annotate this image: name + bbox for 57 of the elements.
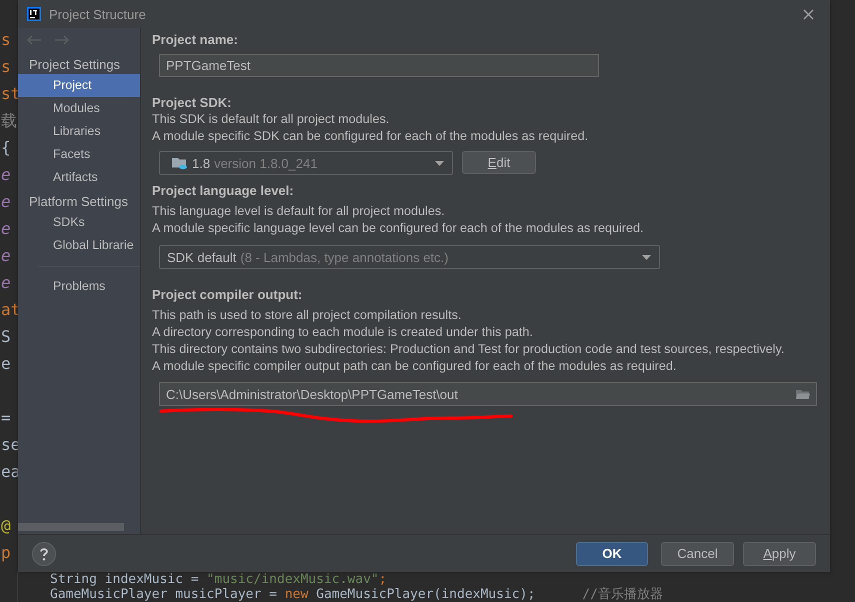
code-fragment: e <box>0 245 12 267</box>
field-label: Project compiler output: <box>152 287 302 303</box>
dialog-button[interactable]: Apply <box>743 542 816 566</box>
field-label: Project SDK: <box>152 95 232 111</box>
code-fragment: e <box>0 164 12 186</box>
code-fragment: e <box>0 272 12 294</box>
description-text: A module specific SDK can be configured for each of the modules as required. <box>152 128 588 145</box>
code-fragment: s <box>0 56 12 78</box>
sidebar-item[interactable]: Modules <box>18 97 140 120</box>
description-text: A directory corresponding to each module is created under this path. <box>152 324 533 341</box>
code-line: GameMusicPlayer musicPlayer = new GameMusicPlayer(indexMusic); //音乐播放器 <box>50 587 663 602</box>
sidebar-item[interactable]: Problems <box>18 275 140 298</box>
help-icon[interactable] <box>32 542 56 566</box>
code-fragment: e <box>0 191 12 213</box>
sdk-dropdown[interactable]: 1.8 version 1.8.0_241 <box>159 151 453 175</box>
folder-icon <box>172 156 188 170</box>
section-header: Project Settings <box>28 56 122 74</box>
output-path-field[interactable]: C:\Users\Administrator\Desktop\PPTGameTest\out <box>159 382 817 406</box>
language-level-dropdown[interactable]: SDK default (8 - Lambdas, type annotations etc.) <box>159 245 660 269</box>
folder-icon[interactable] <box>796 388 810 400</box>
description-text: A module specific language level can be configured for each of the modules as required. <box>152 220 644 237</box>
code-fragment: { <box>0 137 12 159</box>
code-fragment: at <box>0 299 18 321</box>
sidebar-item[interactable]: Facets <box>18 143 140 166</box>
description-text: This SDK is default for all project modules. <box>152 111 390 128</box>
sidebar-item[interactable]: Artifacts <box>18 166 140 189</box>
project-name-field[interactable]: PPTGameTest <box>159 54 599 77</box>
window-title: Project Structure <box>49 6 146 22</box>
ok-button[interactable]: OK <box>576 542 648 566</box>
scrollbar[interactable] <box>18 523 124 531</box>
code-line: String indexMusic = "music/indexMusic.wav"; <box>50 572 388 587</box>
description-text: This directory contains two subdirectories: Production and Test for production code and test sources, respectively. <box>152 341 784 358</box>
code-fragment: 载 <box>0 110 18 132</box>
sidebar-item[interactable]: Global Librarie <box>18 234 140 257</box>
description-text: A module specific compiler output path can be configured for each of the modules as required. <box>152 358 676 375</box>
code-fragment: st <box>0 83 18 105</box>
code-fragment: e <box>0 353 12 375</box>
app-logo-icon <box>27 7 41 21</box>
dialog-button[interactable]: Cancel <box>661 542 734 566</box>
code-fragment: = <box>0 407 12 429</box>
edit-button[interactable]: Edit <box>462 151 536 174</box>
code-fragment: S <box>0 326 12 348</box>
code-fragment: s <box>0 29 12 51</box>
code-fragment: p <box>0 542 12 564</box>
code-fragment: e <box>0 218 12 240</box>
section-header: Platform Settings <box>28 193 129 211</box>
dropdown-caret-icon <box>435 160 444 166</box>
field-label: Project name: <box>152 32 238 48</box>
close-icon[interactable] <box>803 8 814 20</box>
description-text: This path is used to store all project compilation results. <box>152 307 462 324</box>
description-text: This language level is default for all project modules. <box>152 203 445 220</box>
field-label: Project language level: <box>152 183 294 199</box>
code-fragment: @ <box>0 515 12 537</box>
sidebar-item[interactable]: Project <box>18 74 140 97</box>
sidebar-item[interactable]: SDKs <box>18 211 140 234</box>
sidebar-item[interactable]: Libraries <box>18 120 140 143</box>
dropdown-caret-icon <box>642 254 651 260</box>
